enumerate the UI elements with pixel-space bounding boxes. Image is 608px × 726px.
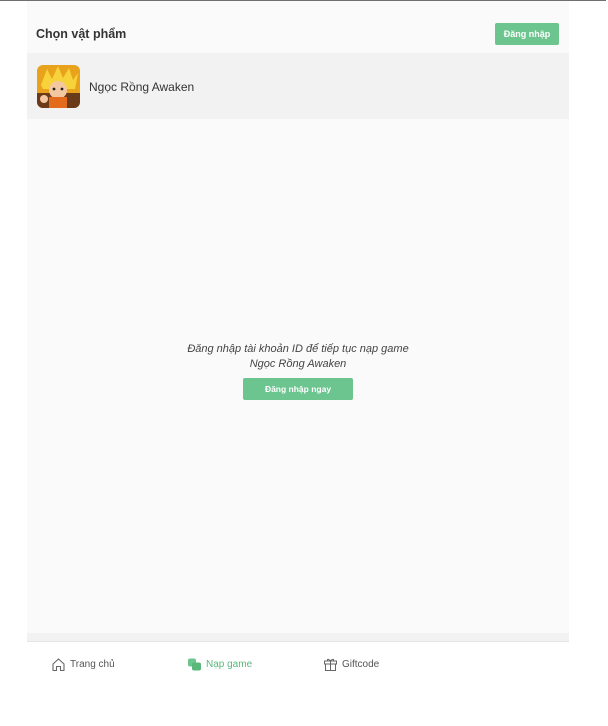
home-icon [52,657,65,671]
login-button[interactable]: Đăng nhập [495,23,559,45]
nav-item-label: Trang chủ [70,658,115,670]
nav-item-label: Giftcode [342,658,380,670]
header: Chọn vật phẩm Đăng nhập [27,17,569,53]
wallet-icon [188,658,201,670]
nav-item-topup[interactable]: Nạp game [187,656,252,672]
game-thumbnail [37,65,80,108]
game-name: Ngọc Rồng Awaken [89,80,195,94]
content-panel: Chọn vật phẩm Đăng nhập Ngọc Rồng Awaken… [27,1,569,641]
game-item[interactable]: Ngọc Rồng Awaken [27,53,569,119]
nav-item-label: Nạp game [206,658,253,670]
empty-state: Đăng nhập tài khoản ID để tiếp tục nạp g… [27,342,569,400]
empty-state-game-name: Ngọc Rồng Awaken [249,358,347,370]
footer-band [27,633,569,641]
nav-item-giftcode[interactable]: Giftcode [323,656,379,672]
login-now-button[interactable]: Đăng nhập ngay [243,378,353,400]
page-title: Chọn vật phẩm [36,27,127,41]
empty-state-message: Đăng nhập tài khoản ID để tiếp tục nạp g… [187,343,409,355]
bottom-nav: Trang chủ Nạp game Giftcode [27,642,569,686]
nav-item-home[interactable]: Trang chủ [51,656,115,672]
gift-icon [324,658,337,671]
